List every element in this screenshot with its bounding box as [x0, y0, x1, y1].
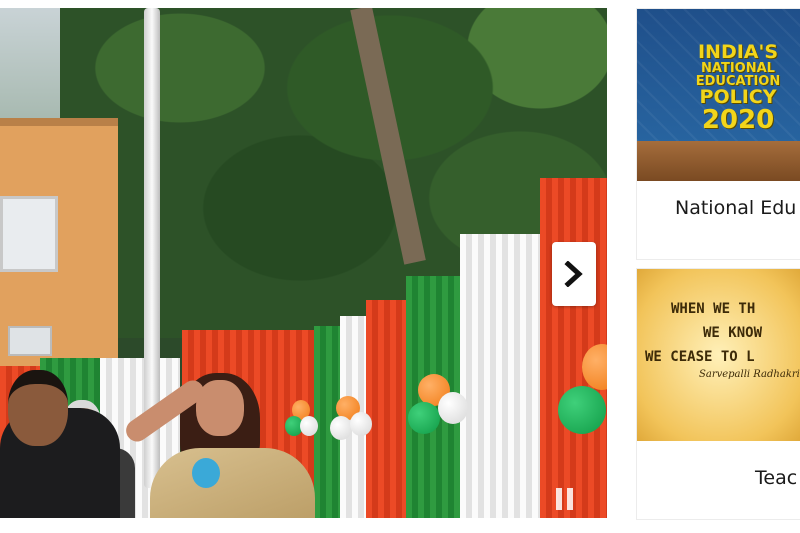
next-slide-button[interactable] — [552, 242, 596, 306]
slide-photo — [0, 8, 607, 518]
person-man-head — [8, 370, 68, 446]
building — [0, 118, 118, 376]
pause-button[interactable] — [556, 486, 576, 512]
card-image: WHEN WE TH WE KNOW WE CEASE TO L Sarvepa… — [637, 269, 800, 441]
news-card-nep[interactable]: INDIA'S NATIONAL EDUCATION POLICY 2020 N… — [636, 8, 800, 260]
news-card-teachers[interactable]: WHEN WE TH WE KNOW WE CEASE TO L Sarvepa… — [636, 268, 800, 520]
pause-icon — [556, 488, 562, 510]
balloon — [438, 392, 468, 424]
image-slider[interactable] — [0, 8, 607, 518]
wooden-board — [637, 141, 800, 181]
card-image-text: WHEN WE TH WE KNOW WE CEASE TO L — [645, 301, 763, 365]
card-image: INDIA'S NATIONAL EDUCATION POLICY 2020 — [637, 9, 800, 181]
balloon — [350, 412, 372, 436]
balloon — [558, 386, 606, 434]
building-window — [0, 196, 58, 272]
person-woman-saree — [150, 448, 315, 518]
necklace — [192, 458, 220, 488]
building-window — [8, 326, 52, 356]
card-title[interactable]: Teac — [637, 467, 800, 489]
balloon — [330, 416, 352, 440]
card-image-text: INDIA'S NATIONAL EDUCATION POLICY 2020 — [695, 41, 781, 135]
pause-icon — [567, 488, 573, 510]
balloon — [300, 416, 318, 436]
chevron-right-icon — [564, 261, 583, 287]
card-title[interactable]: National Edu — [637, 197, 800, 219]
quote-signature: Sarvepalli Radhakrish — [699, 369, 800, 380]
balloon — [408, 402, 440, 434]
